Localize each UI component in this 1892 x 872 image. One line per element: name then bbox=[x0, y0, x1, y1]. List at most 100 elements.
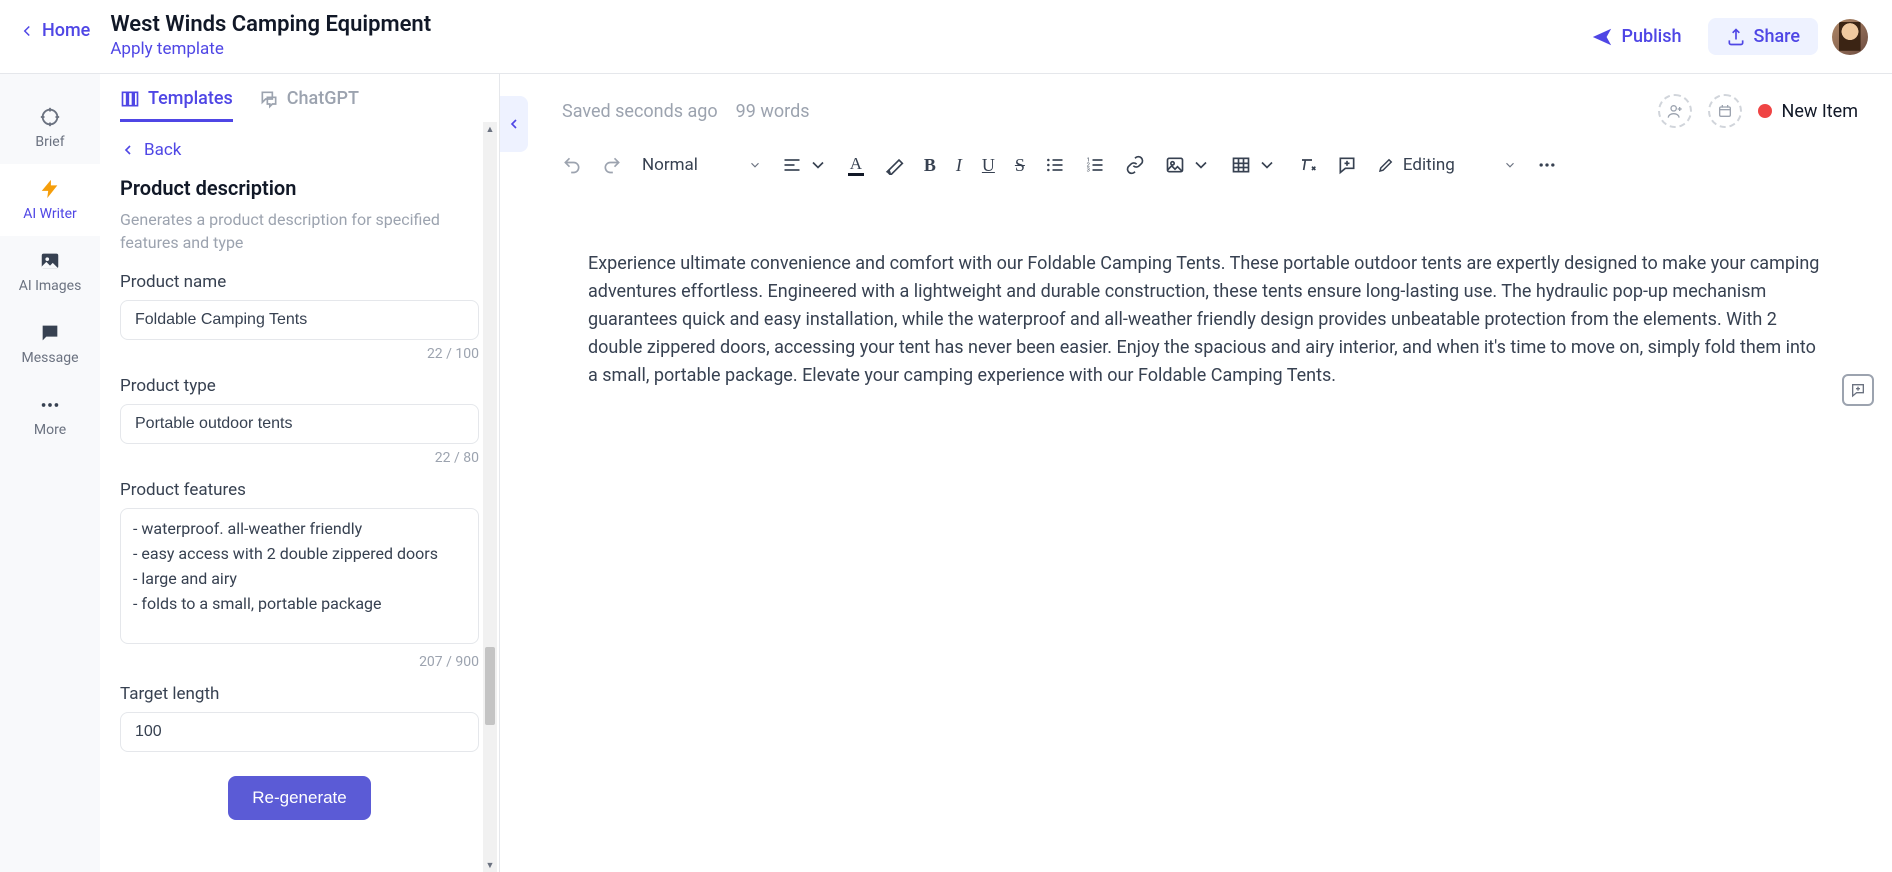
undo-icon bbox=[562, 155, 582, 175]
strikethrough-icon: S bbox=[1015, 155, 1025, 176]
editor-body[interactable]: Experience ultimate convenience and comf… bbox=[528, 190, 1892, 389]
scroll-thumb[interactable] bbox=[485, 647, 495, 725]
redo-icon bbox=[602, 155, 622, 175]
clear-formatting-button[interactable] bbox=[1297, 155, 1317, 175]
align-button[interactable] bbox=[782, 155, 828, 175]
rail-item-brief[interactable]: Brief bbox=[0, 92, 100, 164]
share-label: Share bbox=[1754, 26, 1800, 47]
editing-mode-select[interactable]: Editing bbox=[1377, 155, 1517, 175]
add-comment-floating-button[interactable] bbox=[1842, 374, 1874, 406]
target-icon bbox=[39, 106, 61, 128]
product-type-input[interactable] bbox=[120, 404, 479, 444]
apply-template-link[interactable]: Apply template bbox=[110, 39, 431, 59]
share-button[interactable]: Share bbox=[1708, 18, 1818, 55]
editor-toolbar: Normal A B I U S 123 bbox=[528, 150, 1892, 190]
avatar[interactable] bbox=[1832, 19, 1868, 55]
editor-topbar: Saved seconds ago 99 words New Item bbox=[528, 74, 1892, 150]
target-length-label: Target length bbox=[120, 684, 479, 704]
italic-button[interactable]: I bbox=[956, 155, 962, 176]
product-type-label: Product type bbox=[120, 376, 479, 396]
regenerate-button[interactable]: Re-generate bbox=[228, 776, 371, 820]
templates-icon bbox=[120, 89, 140, 109]
scroll-up-icon[interactable]: ▲ bbox=[483, 122, 497, 136]
status-dot-icon bbox=[1758, 104, 1772, 118]
product-type-count: 22 / 80 bbox=[120, 450, 479, 466]
bold-icon: B bbox=[924, 155, 936, 176]
panel-content: Back Product description Generates a pro… bbox=[100, 122, 499, 872]
link-button[interactable] bbox=[1125, 155, 1145, 175]
redo-button[interactable] bbox=[602, 155, 622, 175]
panel-title: Product description bbox=[120, 176, 479, 200]
rail-label: AI Images bbox=[19, 278, 82, 294]
home-link[interactable]: Home bbox=[18, 12, 90, 41]
panel-collapse-button[interactable] bbox=[500, 96, 528, 152]
scroll-down-icon[interactable]: ▼ bbox=[483, 858, 497, 872]
comment-plus-icon bbox=[1337, 155, 1357, 175]
rail-label: Message bbox=[22, 350, 79, 366]
paragraph-style-select[interactable]: Normal bbox=[642, 155, 762, 175]
chat-icon bbox=[39, 322, 61, 344]
panel-desc: Generates a product description for spec… bbox=[120, 208, 479, 254]
numbered-list-button[interactable]: 123 bbox=[1085, 155, 1105, 175]
product-name-count: 22 / 100 bbox=[120, 346, 479, 362]
bullet-list-icon bbox=[1045, 155, 1065, 175]
italic-icon: I bbox=[956, 155, 962, 176]
product-features-label: Product features bbox=[120, 480, 479, 500]
product-name-input[interactable] bbox=[120, 300, 479, 340]
more-options-button[interactable] bbox=[1537, 155, 1557, 175]
chevron-down-icon bbox=[808, 155, 828, 175]
ai-writer-panel: Templates ChatGPT Back Product descripti… bbox=[100, 74, 500, 872]
underline-button[interactable]: U bbox=[982, 155, 995, 176]
chevron-down-icon bbox=[1257, 155, 1277, 175]
align-left-icon bbox=[782, 155, 802, 175]
comment-button[interactable] bbox=[1337, 155, 1357, 175]
chevron-left-icon bbox=[18, 22, 36, 40]
target-length-input[interactable] bbox=[120, 712, 479, 752]
more-horizontal-icon bbox=[1537, 155, 1557, 175]
tab-label: ChatGPT bbox=[287, 88, 359, 109]
comment-plus-icon bbox=[1850, 382, 1866, 398]
bolt-icon bbox=[39, 178, 61, 200]
svg-text:3: 3 bbox=[1087, 168, 1090, 174]
table-button[interactable] bbox=[1231, 155, 1277, 175]
pencil-icon bbox=[1377, 156, 1395, 174]
more-icon bbox=[39, 394, 61, 416]
publish-label: Publish bbox=[1621, 26, 1681, 47]
product-features-input[interactable] bbox=[120, 508, 479, 644]
document-paragraph[interactable]: Experience ultimate convenience and comf… bbox=[588, 250, 1822, 389]
panel-tabs: Templates ChatGPT bbox=[100, 74, 499, 122]
assign-user-button[interactable] bbox=[1658, 94, 1692, 128]
title-block: West Winds Camping Equipment Apply templ… bbox=[110, 12, 431, 59]
chevron-left-icon bbox=[506, 116, 522, 132]
font-color-bar bbox=[848, 173, 864, 176]
link-icon bbox=[1125, 155, 1145, 175]
undo-button[interactable] bbox=[562, 155, 582, 175]
rail-item-ai-writer[interactable]: AI Writer bbox=[0, 164, 100, 236]
page-title: West Winds Camping Equipment bbox=[110, 12, 431, 37]
bold-button[interactable]: B bbox=[924, 155, 936, 176]
due-date-button[interactable] bbox=[1708, 94, 1742, 128]
publish-button[interactable]: Publish bbox=[1579, 20, 1693, 54]
table-icon bbox=[1231, 155, 1251, 175]
product-features-count: 207 / 900 bbox=[120, 654, 479, 670]
font-color-button[interactable]: A bbox=[848, 155, 864, 176]
upload-icon bbox=[1726, 27, 1746, 47]
saved-status: Saved seconds ago bbox=[562, 101, 718, 122]
panel-back-link[interactable]: Back bbox=[120, 140, 479, 160]
strikethrough-button[interactable]: S bbox=[1015, 155, 1025, 176]
rail-item-message[interactable]: Message bbox=[0, 308, 100, 380]
rail-item-more[interactable]: More bbox=[0, 380, 100, 452]
panel-scrollbar[interactable]: ▲ ▼ bbox=[483, 122, 497, 872]
back-label: Back bbox=[144, 140, 181, 160]
tab-templates[interactable]: Templates bbox=[120, 88, 233, 122]
chevron-down-icon bbox=[1503, 158, 1517, 172]
panel-wrap: Templates ChatGPT Back Product descripti… bbox=[100, 74, 528, 872]
tab-chatgpt[interactable]: ChatGPT bbox=[259, 88, 359, 122]
highlight-button[interactable] bbox=[884, 155, 904, 175]
image-button[interactable] bbox=[1165, 155, 1211, 175]
status-chip[interactable]: New Item bbox=[1758, 101, 1859, 122]
tab-label: Templates bbox=[148, 88, 233, 109]
product-name-label: Product name bbox=[120, 272, 479, 292]
bullet-list-button[interactable] bbox=[1045, 155, 1065, 175]
rail-item-ai-images[interactable]: AI Images bbox=[0, 236, 100, 308]
